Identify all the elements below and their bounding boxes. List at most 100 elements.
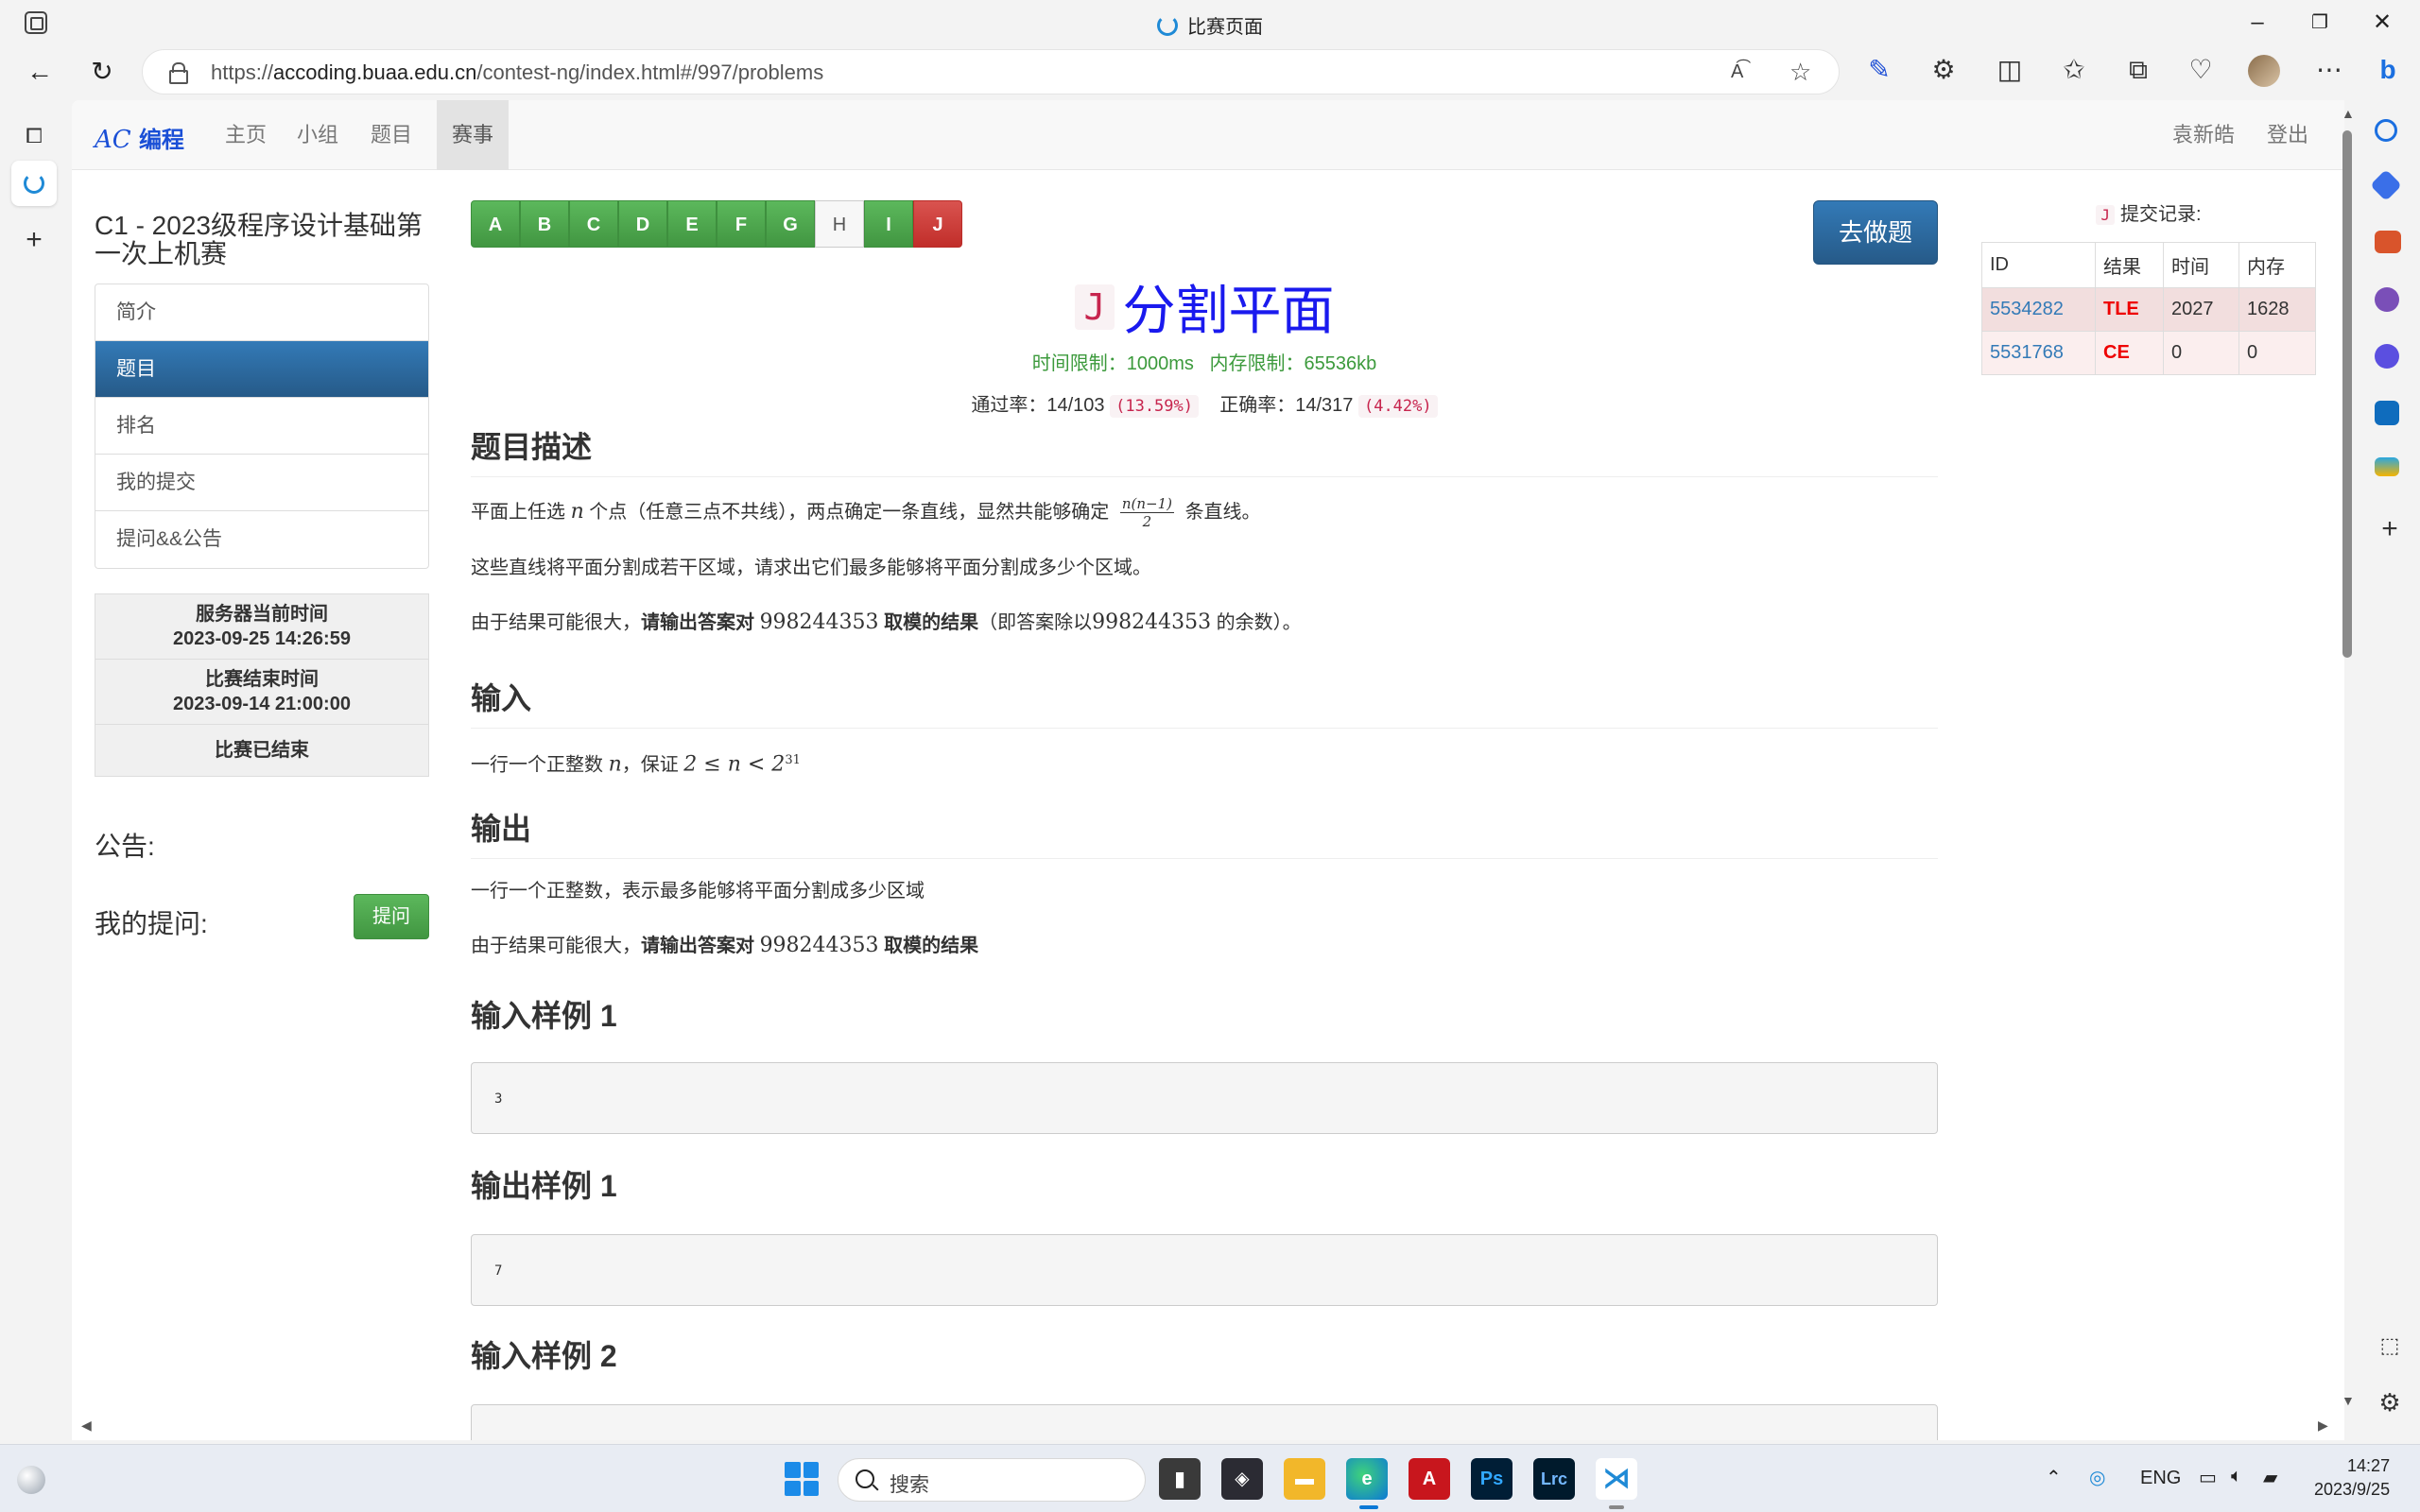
extensions-icon[interactable]: ⚙ — [1927, 53, 1961, 87]
scroll-up-arrow[interactable]: ▲ — [2342, 106, 2355, 121]
copilot-icon[interactable]: b — [2371, 53, 2405, 87]
outlook-icon[interactable] — [2375, 401, 2399, 425]
profile-avatar[interactable] — [2248, 55, 2280, 87]
tools-icon[interactable] — [2375, 231, 2401, 253]
problem-tab-d[interactable]: D — [618, 200, 667, 248]
problem-tab-a[interactable]: A — [471, 200, 520, 248]
problem-tab-e[interactable]: E — [667, 200, 717, 248]
submission-id[interactable]: 5534282 — [1981, 287, 2096, 332]
scroll-right-arrow[interactable]: ▶ — [2318, 1418, 2328, 1434]
address-bar[interactable]: https://accoding.buaa.edu.cn/contest-ng/… — [142, 49, 1840, 94]
volume-icon[interactable]: 🔈︎ — [2231, 1466, 2242, 1487]
table-row[interactable]: 5534282 TLE 2027 1628 — [1981, 287, 2316, 332]
nav-user[interactable]: 袁新皓 — [2157, 100, 2250, 170]
scrollbar-thumb[interactable] — [2342, 130, 2352, 658]
window-titlebar: 比赛页面 – ❐ ✕ — [0, 0, 2420, 45]
favorites-icon[interactable]: ✩ — [2057, 53, 2091, 87]
ask-question-button[interactable]: 提问 — [354, 894, 429, 939]
nav-problems[interactable]: 题目 — [355, 100, 427, 170]
restore-button[interactable]: ❐ — [2291, 8, 2348, 38]
menu-questions-announcements[interactable]: 提问&&公告 — [95, 511, 428, 568]
browser-essentials-icon[interactable]: ♡ — [2184, 53, 2218, 87]
nav-contests[interactable]: 赛事 — [437, 100, 510, 170]
system-clock[interactable]: 14:27 2023/9/25 — [2314, 1454, 2390, 1502]
table-row[interactable]: 5531768 CE 0 0 — [1981, 331, 2316, 375]
start-button[interactable] — [785, 1462, 819, 1496]
menu-my-submissions[interactable]: 我的提交 — [95, 455, 428, 511]
menu-problems[interactable]: 题目 — [95, 341, 428, 398]
nav-home[interactable]: 主页 — [210, 100, 282, 170]
more-menu-icon[interactable]: ⋯ — [2312, 53, 2346, 87]
input-language[interactable]: ENG — [2140, 1468, 2181, 1489]
search-icon[interactable] — [2375, 119, 2397, 142]
nav-logout[interactable]: 登出 — [2252, 100, 2324, 170]
screenshot-icon[interactable]: ⬚ — [2375, 1331, 2405, 1361]
go-solve-button[interactable]: 去做题 — [1813, 200, 1938, 265]
tray-overflow-chevron-icon[interactable]: ⌃ — [2046, 1466, 2062, 1489]
site-logo[interactable]: AC 编程 — [95, 121, 184, 154]
description-paragraph-2: 这些直线将平面分割成若干区域，请求出它们最多能够将平面分割成多少个区域。 — [471, 558, 1151, 578]
read-aloud-icon[interactable]: A͡ — [1731, 61, 1743, 83]
sample-output-1[interactable]: 7 — [471, 1234, 1938, 1306]
server-time-row: 服务器当前时间 2023-09-25 14:26:59 — [95, 594, 428, 660]
url-text[interactable]: https://accoding.buaa.edu.cn/contest-ng/… — [211, 60, 823, 85]
active-tab[interactable] — [11, 161, 57, 206]
minimize-button[interactable]: – — [2229, 8, 2286, 38]
problem-tab-h[interactable]: H — [815, 200, 864, 248]
problem-rates: 通过率：14/103 (13.59%) 正确率：14/317 (4.42%) — [471, 389, 1938, 418]
tray-app-icon[interactable]: ◎ — [2089, 1466, 2105, 1489]
logo-ac: AC — [95, 126, 131, 154]
widgets-icon[interactable] — [17, 1466, 45, 1494]
favorite-star-icon[interactable]: ☆ — [1789, 58, 1811, 87]
taskbar: 搜索 ▮ ◈ ▬ e A Ps Lrc ⋊ ⌃ ◎ ENG ▭ 🔈︎ ▰ 14:… — [0, 1444, 2420, 1512]
file-explorer-icon[interactable]: ▬ — [1284, 1458, 1325, 1500]
problem-tab-j[interactable]: J — [913, 200, 962, 248]
scroll-left-arrow[interactable]: ◀ — [81, 1418, 92, 1434]
menu-intro[interactable]: 简介 — [95, 284, 428, 341]
close-button[interactable]: ✕ — [2354, 8, 2411, 38]
back-icon[interactable]: ← — [19, 51, 60, 93]
taskbar-search[interactable]: 搜索 — [838, 1458, 1146, 1502]
add-sidebar-app-icon[interactable]: + — [2375, 514, 2405, 544]
copilot-app-icon[interactable] — [2375, 344, 2399, 369]
problem-tab-f[interactable]: F — [717, 200, 766, 248]
drop-icon[interactable] — [2375, 457, 2399, 476]
taskbar-search-placeholder: 搜索 — [890, 1474, 929, 1496]
pass-rate-value: 14/103 — [1046, 395, 1105, 416]
lightroom-classic-icon[interactable]: Lrc — [1533, 1458, 1575, 1500]
vertical-scrollbar[interactable]: ▲ ▼ — [2339, 104, 2356, 1427]
menu-ranking[interactable]: 排名 — [95, 398, 428, 455]
scroll-down-arrow[interactable]: ▼ — [2342, 1393, 2355, 1408]
tab-actions-icon[interactable]: ⧠ — [11, 113, 57, 159]
edge-browser-icon[interactable]: e — [1346, 1458, 1388, 1500]
split-screen-icon[interactable]: ◫ — [1993, 53, 2027, 87]
col-id: ID — [1981, 242, 2096, 288]
problem-tabs: ABCDEFGHIJ — [471, 200, 962, 248]
refresh-icon[interactable]: ↻ — [81, 51, 123, 93]
battery-icon[interactable]: ▰ — [2263, 1466, 2277, 1489]
acrobat-icon[interactable]: A — [1409, 1458, 1450, 1500]
photoshop-icon[interactable]: Ps — [1471, 1458, 1512, 1500]
task-view-icon[interactable]: ▮ — [1159, 1458, 1201, 1500]
sample-input-1[interactable]: 3 — [471, 1062, 1938, 1134]
math-modulus: 998244353 — [759, 610, 879, 634]
contest-menu: 简介 题目 排名 我的提交 提问&&公告 — [95, 284, 429, 569]
problem-tab-b[interactable]: B — [520, 200, 569, 248]
lock-icon[interactable] — [169, 62, 188, 84]
problem-tab-c[interactable]: C — [569, 200, 618, 248]
sample-input-2[interactable] — [471, 1404, 1938, 1440]
workspaces-icon[interactable] — [25, 11, 47, 34]
problem-tab-i[interactable]: I — [864, 200, 913, 248]
collections-icon[interactable]: ⧉ — [2121, 53, 2155, 87]
games-icon[interactable] — [2375, 287, 2399, 312]
submission-id[interactable]: 5531768 — [1981, 331, 2096, 375]
vscode-icon[interactable]: ⋊ — [1596, 1458, 1637, 1500]
nav-groups[interactable]: 小组 — [282, 100, 354, 170]
shopping-icon[interactable] — [2370, 169, 2402, 201]
unity-app-icon[interactable]: ◈ — [1221, 1458, 1263, 1500]
problem-tab-g[interactable]: G — [766, 200, 815, 248]
network-icon[interactable]: ▭ — [2199, 1466, 2217, 1489]
pen-extension-icon[interactable]: ✎ — [1862, 53, 1896, 87]
sidebar-settings-icon[interactable]: ⚙ — [2375, 1387, 2405, 1418]
new-tab-icon[interactable]: + — [11, 217, 57, 263]
